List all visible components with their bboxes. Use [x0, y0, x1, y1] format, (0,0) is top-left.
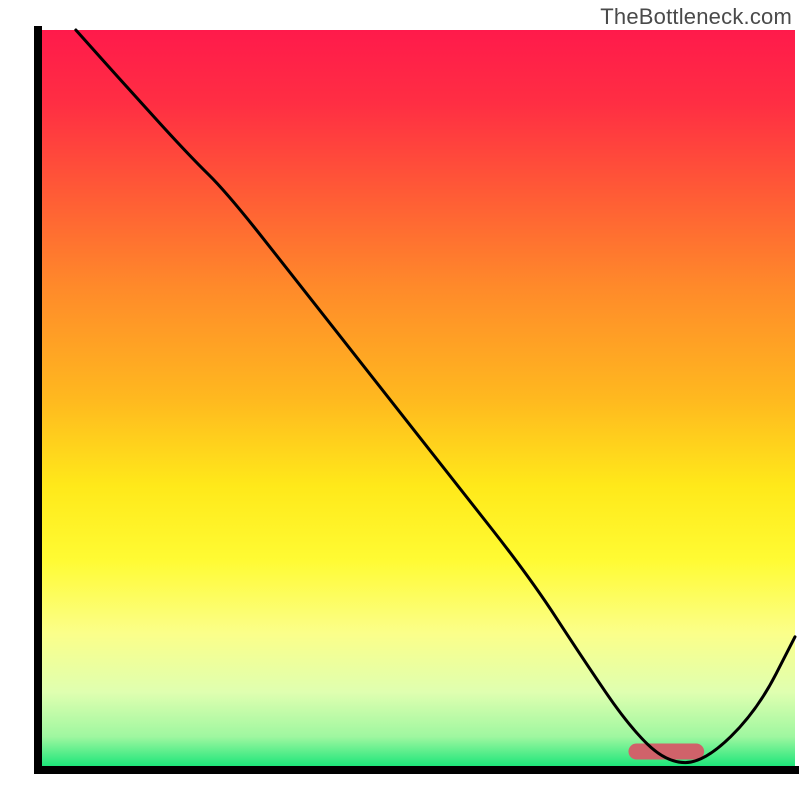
gradient-background: [42, 30, 795, 766]
bottleneck-chart: [0, 0, 800, 800]
chart-container: [0, 0, 800, 800]
watermark-text: TheBottleneck.com: [600, 4, 792, 30]
